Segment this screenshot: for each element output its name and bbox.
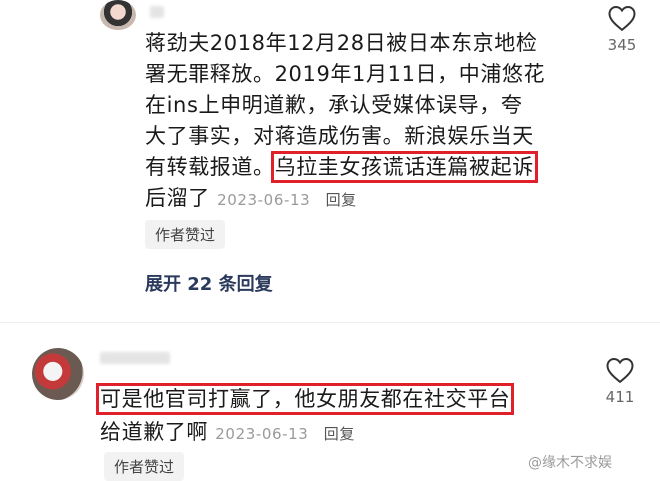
like-button[interactable]: 411 (598, 356, 642, 406)
comment-tail: 后溜了 (145, 186, 210, 210)
highlighted-text: 可是他官司打赢了，他女朋友都在社交平台 (95, 383, 515, 415)
author-liked-badge: 作者赞过 (104, 452, 185, 481)
watermark: @缘木不求娱 (528, 455, 612, 471)
author-liked-badge: 作者赞过 (145, 220, 226, 249)
like-button[interactable]: 345 (600, 4, 644, 54)
reply-button[interactable]: 回复 (326, 191, 357, 209)
heart-icon (608, 5, 636, 32)
comment-text: 可是他官司打赢了，他女朋友都在社交平台 给道歉了啊 2023-06-13 回复 (95, 383, 580, 450)
comment-date: 2023-06-13 (217, 191, 311, 209)
heart-icon (606, 357, 634, 384)
comment-tail: 给道歉了啊 (100, 420, 208, 444)
avatar[interactable] (32, 348, 84, 400)
expand-replies-link[interactable]: 展开 22 条回复 (145, 270, 273, 296)
highlighted-text: 乌拉圭女孩谎话连篇被起诉 (270, 151, 538, 183)
comment-text: 蒋劲夫2018年12月28日被日本东京地检 署无罪释放。2019年1月11日，中… (145, 31, 546, 210)
username[interactable] (100, 352, 170, 364)
like-count: 411 (605, 388, 635, 406)
comment-date: 2023-06-13 (215, 425, 309, 443)
reply-button[interactable]: 回复 (324, 425, 355, 443)
username[interactable] (150, 6, 164, 18)
avatar[interactable] (100, 0, 136, 30)
like-count: 345 (607, 36, 637, 54)
divider (0, 322, 660, 323)
